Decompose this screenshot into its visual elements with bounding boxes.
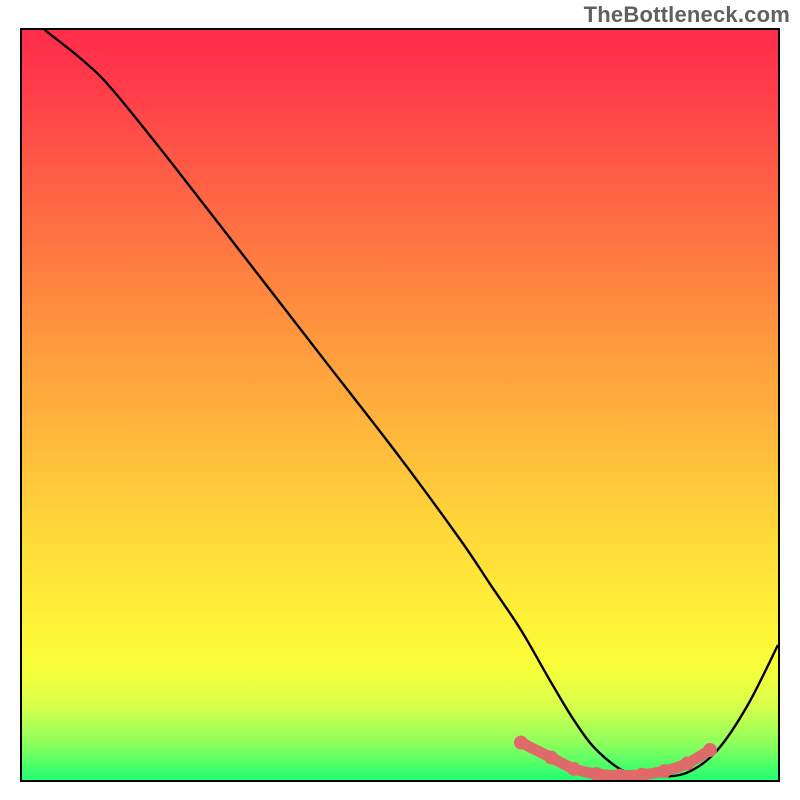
bottleneck-curve-path xyxy=(45,30,778,776)
plot-area xyxy=(20,28,780,782)
optimal-marker-dot xyxy=(567,762,581,776)
optimal-marker-dot xyxy=(544,751,558,765)
optimal-marker-dot xyxy=(703,743,717,757)
chart-container: TheBottleneck.com xyxy=(0,0,800,800)
watermark-text: TheBottleneck.com xyxy=(584,2,790,28)
optimal-marker-dot xyxy=(658,764,672,778)
chart-svg xyxy=(22,30,778,780)
optimal-marker-dot xyxy=(514,736,528,750)
optimal-marker-dot xyxy=(680,757,694,771)
